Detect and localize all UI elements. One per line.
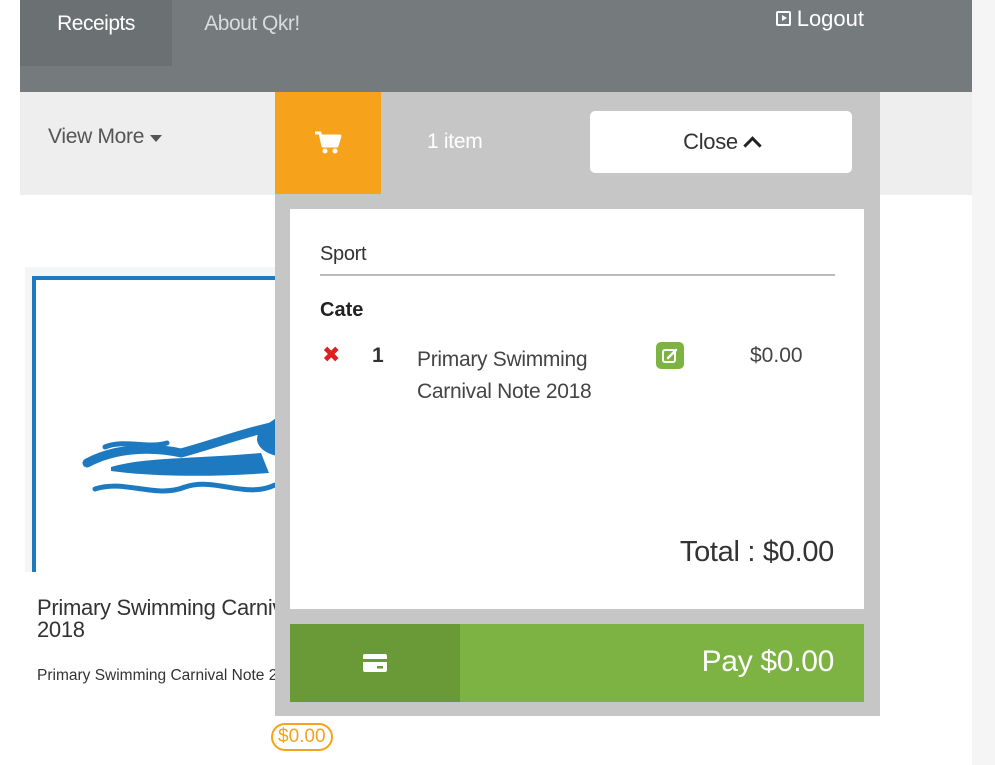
nav-tab-about[interactable]: About Qkr! (172, 0, 332, 66)
cart-dropdown: 1 item Close Sport Cate ✖ 1 Primary Swim… (275, 92, 880, 716)
cart-student-name: Cate (320, 299, 364, 321)
top-nav-bar: Receipts About Qkr! Logout (20, 0, 972, 92)
shopping-cart-icon (315, 131, 342, 154)
cart-category-header: Sport (320, 243, 835, 276)
view-more-label: View More (48, 125, 145, 148)
page-gutter (972, 0, 995, 765)
payment-method-button[interactable] (290, 624, 460, 702)
logout-button[interactable]: Logout (775, 0, 864, 38)
price-badge: $0.00 (271, 723, 333, 751)
nav-tab-receipts[interactable]: Receipts (20, 0, 172, 66)
close-label: Close (683, 129, 738, 154)
credit-card-icon (363, 654, 387, 672)
view-more-dropdown[interactable]: View More (48, 125, 163, 149)
caret-down-icon (150, 135, 163, 142)
cart-total: Total : $0.00 (679, 536, 834, 568)
pay-bar: Pay $0.00 (290, 624, 864, 702)
logout-icon (775, 10, 791, 26)
chevron-up-icon (743, 135, 762, 155)
line-item-price: $0.00 (750, 344, 803, 367)
edit-note-button[interactable] (656, 342, 684, 369)
remove-x-icon[interactable]: ✖ (322, 343, 340, 367)
edit-note-icon (662, 348, 678, 363)
cart-icon-button[interactable] (275, 92, 381, 194)
line-item-qty: 1 (372, 344, 384, 367)
close-cart-button[interactable]: Close (590, 111, 852, 173)
line-item-name: Primary Swimming Carnival Note 2018 (417, 348, 592, 403)
pay-button[interactable]: Pay $0.00 (460, 624, 864, 702)
logout-label: Logout (796, 6, 864, 31)
cart-item-count: 1 item (427, 130, 483, 153)
cart-body: Sport Cate ✖ 1 Primary Swimming Carnival… (290, 209, 864, 609)
